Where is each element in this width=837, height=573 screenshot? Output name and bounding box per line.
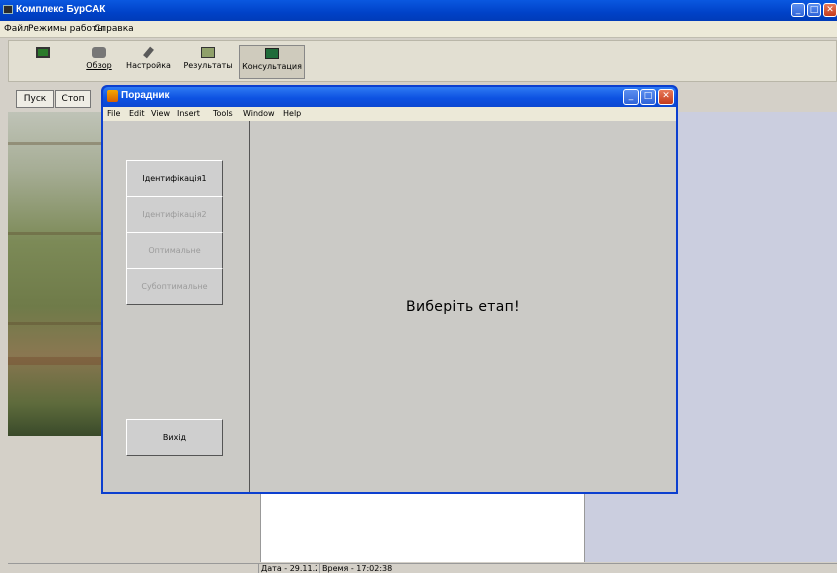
dialog-menubar: File Edit View Insert Tools Window Help — [103, 107, 676, 121]
results-icon — [201, 47, 215, 58]
dlg-menu-window[interactable]: Window — [243, 109, 275, 118]
dialog-close-icon[interactable]: ✕ — [658, 89, 674, 105]
main-window-title: Комплекс БурСАК — [16, 4, 106, 15]
overview-label: Обзор — [86, 61, 112, 70]
identification2-button[interactable]: Ідентифікація2 — [126, 196, 223, 233]
content-area — [260, 490, 585, 562]
overview-button[interactable]: Обзор — [81, 47, 117, 77]
chart-icon — [265, 48, 279, 59]
menu-file[interactable]: Файл — [4, 24, 29, 34]
main-title-bar: Комплекс БурСАК _ □ ✕ — [0, 0, 837, 21]
monitor-button[interactable] — [35, 47, 51, 77]
app-icon — [3, 5, 13, 14]
monitor-icon — [36, 47, 50, 58]
stage-panel: Ідентифікація1 Ідентифікація2 Оптимальне… — [103, 121, 250, 492]
maximize-icon[interactable]: □ — [807, 3, 821, 17]
exit-button[interactable]: Вихід — [126, 419, 223, 456]
dialog-body: Ідентифікація1 Ідентифікація2 Оптимальне… — [103, 121, 676, 492]
tools-icon — [143, 46, 154, 59]
landscape-image — [8, 112, 101, 436]
suboptimal-button[interactable]: Субоптимальне — [126, 268, 223, 305]
matlab-icon — [107, 90, 118, 102]
dlg-menu-file[interactable]: File — [107, 109, 120, 118]
results-button[interactable]: Результаты — [179, 47, 237, 77]
toolbar: Обзор Настройка Результаты Консультация — [8, 40, 837, 82]
dialog-title: Порадник — [121, 90, 170, 101]
minimize-icon[interactable]: _ — [791, 3, 805, 17]
dlg-menu-edit[interactable]: Edit — [129, 109, 145, 118]
menu-modes[interactable]: Режимы работы — [28, 24, 104, 34]
dlg-menu-tools[interactable]: Tools — [213, 109, 233, 118]
advisor-dialog: Порадник _ □ ✕ File Edit View Insert Too… — [101, 85, 678, 494]
status-bar: Дата - 29.11.200 Время - 17:02:38 — [8, 563, 837, 573]
consultation-label: Консультация — [242, 62, 302, 71]
consultation-button[interactable]: Консультация — [239, 45, 305, 79]
menu-help[interactable]: Справка — [94, 24, 134, 34]
dialog-minimize-icon[interactable]: _ — [623, 89, 639, 105]
select-stage-prompt: Виберіть етап! — [406, 298, 520, 315]
optimal-button[interactable]: Оптимальне — [126, 232, 223, 269]
dlg-menu-insert[interactable]: Insert — [177, 109, 200, 118]
start-button[interactable]: Пуск — [16, 90, 54, 108]
identification1-button[interactable]: Ідентифікація1 — [126, 160, 223, 197]
dialog-maximize-icon[interactable]: □ — [640, 89, 656, 105]
settings-button[interactable]: Настройка — [121, 46, 176, 77]
results-label: Результаты — [183, 61, 233, 70]
status-date: Дата - 29.11.200 — [258, 564, 317, 573]
dialog-title-bar: Порадник _ □ ✕ — [103, 87, 676, 107]
settings-label: Настройка — [126, 61, 171, 70]
dlg-menu-help[interactable]: Help — [283, 109, 301, 118]
stop-button[interactable]: Стоп — [55, 90, 91, 108]
dlg-menu-view[interactable]: View — [151, 109, 170, 118]
status-time: Время - 17:02:38 — [319, 564, 399, 573]
main-menubar: Файл Режимы работы Справка — [0, 21, 837, 38]
close-icon[interactable]: ✕ — [823, 3, 837, 17]
camera-icon — [92, 47, 106, 58]
